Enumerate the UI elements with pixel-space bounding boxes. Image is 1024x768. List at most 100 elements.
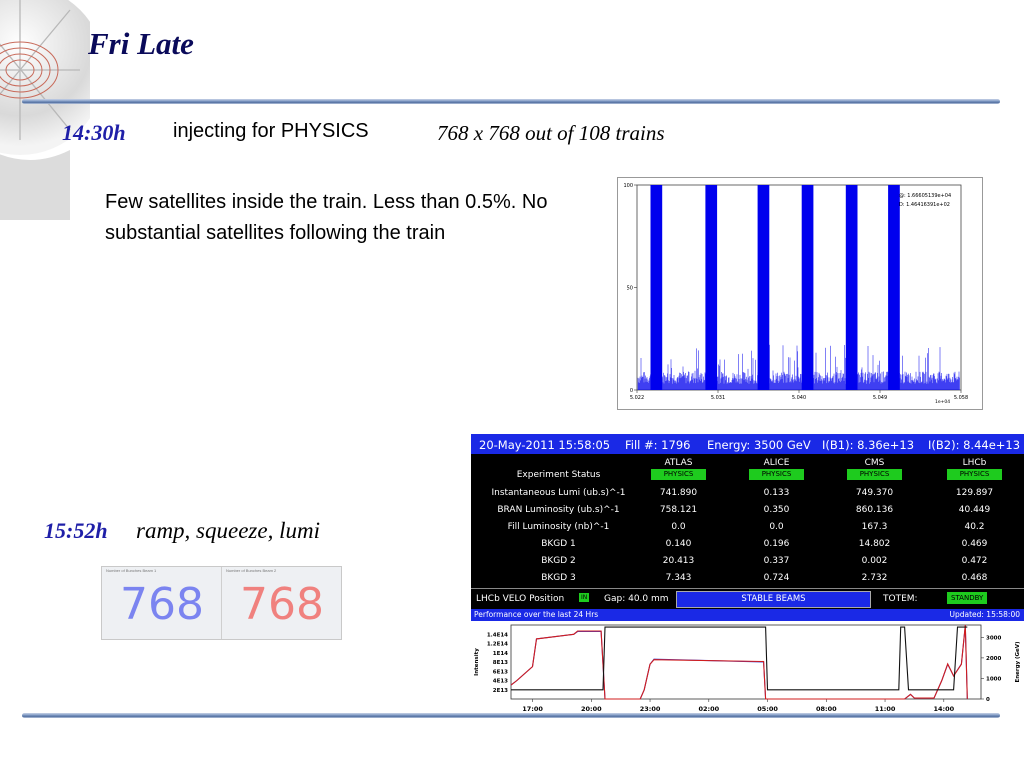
table-row: Fill Luminosity (nb)^-1 0.0 0.0 167.3 40… (471, 519, 1024, 536)
y-left-tick-label: 1E14 (493, 651, 508, 657)
table-row: Experiment Status PHYSICS PHYSICS PHYSIC… (471, 467, 1024, 484)
satellite-paragraph: Few satellites inside the train. Less th… (105, 191, 548, 244)
panel-header: 20-May-2011 15:58:05 Fill #: 1796 Energy… (471, 434, 1024, 454)
cell-value: 0.0 (769, 522, 784, 532)
time-label-1: 14:30h (62, 120, 126, 145)
cell-value: 860.136 (855, 505, 894, 515)
cell-value: 741.890 (659, 488, 698, 498)
beam1-bunches: 768 (120, 579, 204, 630)
table-row: BKGD 3 7.343 0.724 2.732 0.468 (471, 570, 1024, 587)
y-left-tick-label: 1.4E14 (487, 632, 508, 638)
cell-value: 758.121 (659, 505, 698, 515)
velo-gap: Gap: 40.0 mm (604, 594, 669, 604)
header-fill: Fill #: 1796 (625, 438, 691, 452)
velo-status-bar: LHCb VELO Position IN Gap: 40.0 mm STABL… (471, 588, 1024, 608)
y-right-tick-label: 3000 (986, 635, 1001, 641)
status-badge: PHYSICS (847, 469, 902, 480)
cell-value: 0.196 (763, 539, 790, 549)
table-row: BKGD 1 0.140 0.196 14.802 0.469 (471, 536, 1024, 553)
x-tick-label: 5.058 (954, 395, 968, 401)
table-row: BRAN Luminosity (ub.s)^-1 758.121 0.350 … (471, 502, 1024, 519)
performance-header: Performance over the last 24 Hrs Updated… (471, 609, 1024, 621)
beam2-bunches: 768 (240, 579, 324, 630)
chart-annotation: @: 1.66605139e+04 (899, 193, 951, 199)
table-row: Instantaneous Lumi (ub.s)^-1 741.890 0.1… (471, 485, 1024, 502)
y-left-tick-label: 6E13 (493, 669, 508, 675)
slide-title: Fri Late (88, 26, 194, 61)
header-energy: Energy: 3500 GeV (707, 438, 811, 452)
y-right-tick-label: 2000 (986, 656, 1001, 662)
item-1-text: injecting for PHYSICS (173, 120, 369, 142)
x-tick-label: 5.040 (792, 395, 806, 401)
beam-mode: STABLE BEAMS (676, 591, 871, 608)
beam1-counter: Number of Bunches Beam 1 768 (102, 567, 222, 639)
x-tick-label: 05:00 (757, 705, 778, 713)
row-label: BRAN Luminosity (ub.s)^-1 (497, 505, 620, 515)
cell-value: 14.802 (858, 539, 891, 549)
beam1-caption: Number of Bunches Beam 1 (106, 568, 157, 573)
cell-value: 749.370 (855, 488, 894, 498)
y-tick-label: 50 (627, 286, 633, 292)
status-badge: PHYSICS (947, 469, 1002, 480)
header-ib1: I(B1): 8.36e+13 (822, 438, 915, 452)
x-multiplier: 1e+04 (935, 399, 950, 405)
row-label: BKGD 1 (541, 539, 576, 549)
performance-updated: Updated: 15:58:00 (949, 610, 1020, 619)
cell-value: 40.449 (958, 505, 991, 515)
x-tick-label: 5.031 (711, 395, 725, 401)
row-label: BKGD 3 (541, 573, 576, 583)
row-label: Fill Luminosity (nb)^-1 (507, 522, 610, 532)
cell-value: 129.897 (955, 488, 994, 498)
item-1-note: 768 x 768 out of 108 trains (437, 121, 665, 145)
bunch-train-6 (888, 185, 900, 390)
cell-value: 0.472 (961, 556, 988, 566)
totem-status: STANDBY (947, 592, 988, 604)
cell-value: 167.3 (861, 522, 888, 532)
bunch-train-1 (650, 185, 663, 390)
cell-value: 0.133 (763, 488, 790, 498)
cell-value: 7.343 (665, 573, 692, 583)
cell-value: 40.2 (964, 522, 985, 532)
cell-value: 0.002 (861, 556, 888, 566)
x-tick-label: 20:00 (581, 705, 602, 713)
time-label-2: 15:52h (44, 518, 108, 543)
bunch-train-4 (801, 185, 814, 390)
performance-chart: 17:00 20:00 23:00 02:00 05:00 08:00 11:00 14:00… (471, 621, 1024, 714)
bottom-divider (22, 713, 1000, 718)
cell-value: 0.468 (961, 573, 988, 583)
chart-annotation: D: 1.46416391e+02 (899, 202, 950, 208)
bunch-train-2 (705, 185, 718, 390)
y-tick-label: 100 (623, 183, 633, 189)
cell-value: 2.732 (861, 573, 888, 583)
row-label: BKGD 2 (541, 556, 576, 566)
y-left-tick-label: 8E13 (493, 660, 508, 666)
totem-label: TOTEM: (883, 594, 918, 604)
y-right-tick-label: 0 (986, 697, 990, 703)
bunch-profile-chart: 0 50 100 5.022 5.031 5.040 5.049 5.058 1e+04 @: 1… (617, 177, 983, 410)
header-ib2: I(B2): 8.44e+13 (928, 438, 1021, 452)
y-tick-label: 0 (630, 388, 633, 394)
cell-value: 0.337 (763, 556, 790, 566)
y-left-tick-label: 4E13 (493, 679, 508, 685)
x-tick-label: 14:00 (933, 705, 954, 713)
y-left-axis-label: Intensity (474, 648, 480, 676)
cell-value: 20.413 (662, 556, 695, 566)
bunch-train-5 (845, 185, 858, 390)
x-tick-label: 11:00 (875, 705, 896, 713)
row-label: Experiment Status (516, 470, 601, 480)
x-tick-label: 5.022 (630, 395, 644, 401)
beam2-counter: Number of Bunches Beam 2 768 (222, 567, 342, 639)
top-divider (22, 99, 1000, 104)
x-tick-label: 23:00 (640, 705, 661, 713)
y-right-tick-label: 1000 (986, 676, 1001, 682)
header-datetime: 20-May-2011 15:58:05 (479, 438, 611, 452)
bunch-train-3 (757, 185, 770, 390)
performance-title: Performance over the last 24 Hrs (474, 610, 599, 619)
velo-in-badge: IN (579, 593, 590, 602)
x-tick-label: 5.049 (873, 395, 887, 401)
x-tick-label: 02:00 (698, 705, 719, 713)
velo-label: LHCb VELO Position (476, 594, 565, 604)
item-2-text: ramp, squeeze, lumi (136, 518, 320, 543)
cell-value: 0.140 (665, 539, 692, 549)
row-label: Instantaneous Lumi (ub.s)^-1 (491, 488, 626, 498)
